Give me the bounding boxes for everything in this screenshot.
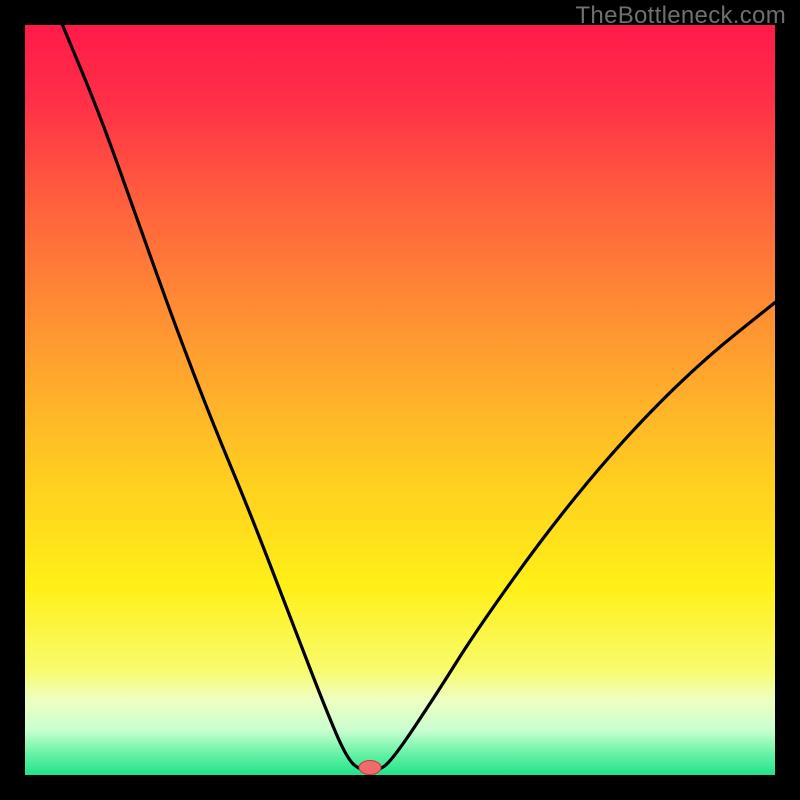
- plot-area: [25, 25, 775, 775]
- chart-frame: TheBottleneck.com: [0, 0, 800, 800]
- watermark-text: TheBottleneck.com: [575, 2, 786, 30]
- optimal-point-marker: [359, 761, 381, 775]
- bottleneck-chart: [25, 25, 775, 775]
